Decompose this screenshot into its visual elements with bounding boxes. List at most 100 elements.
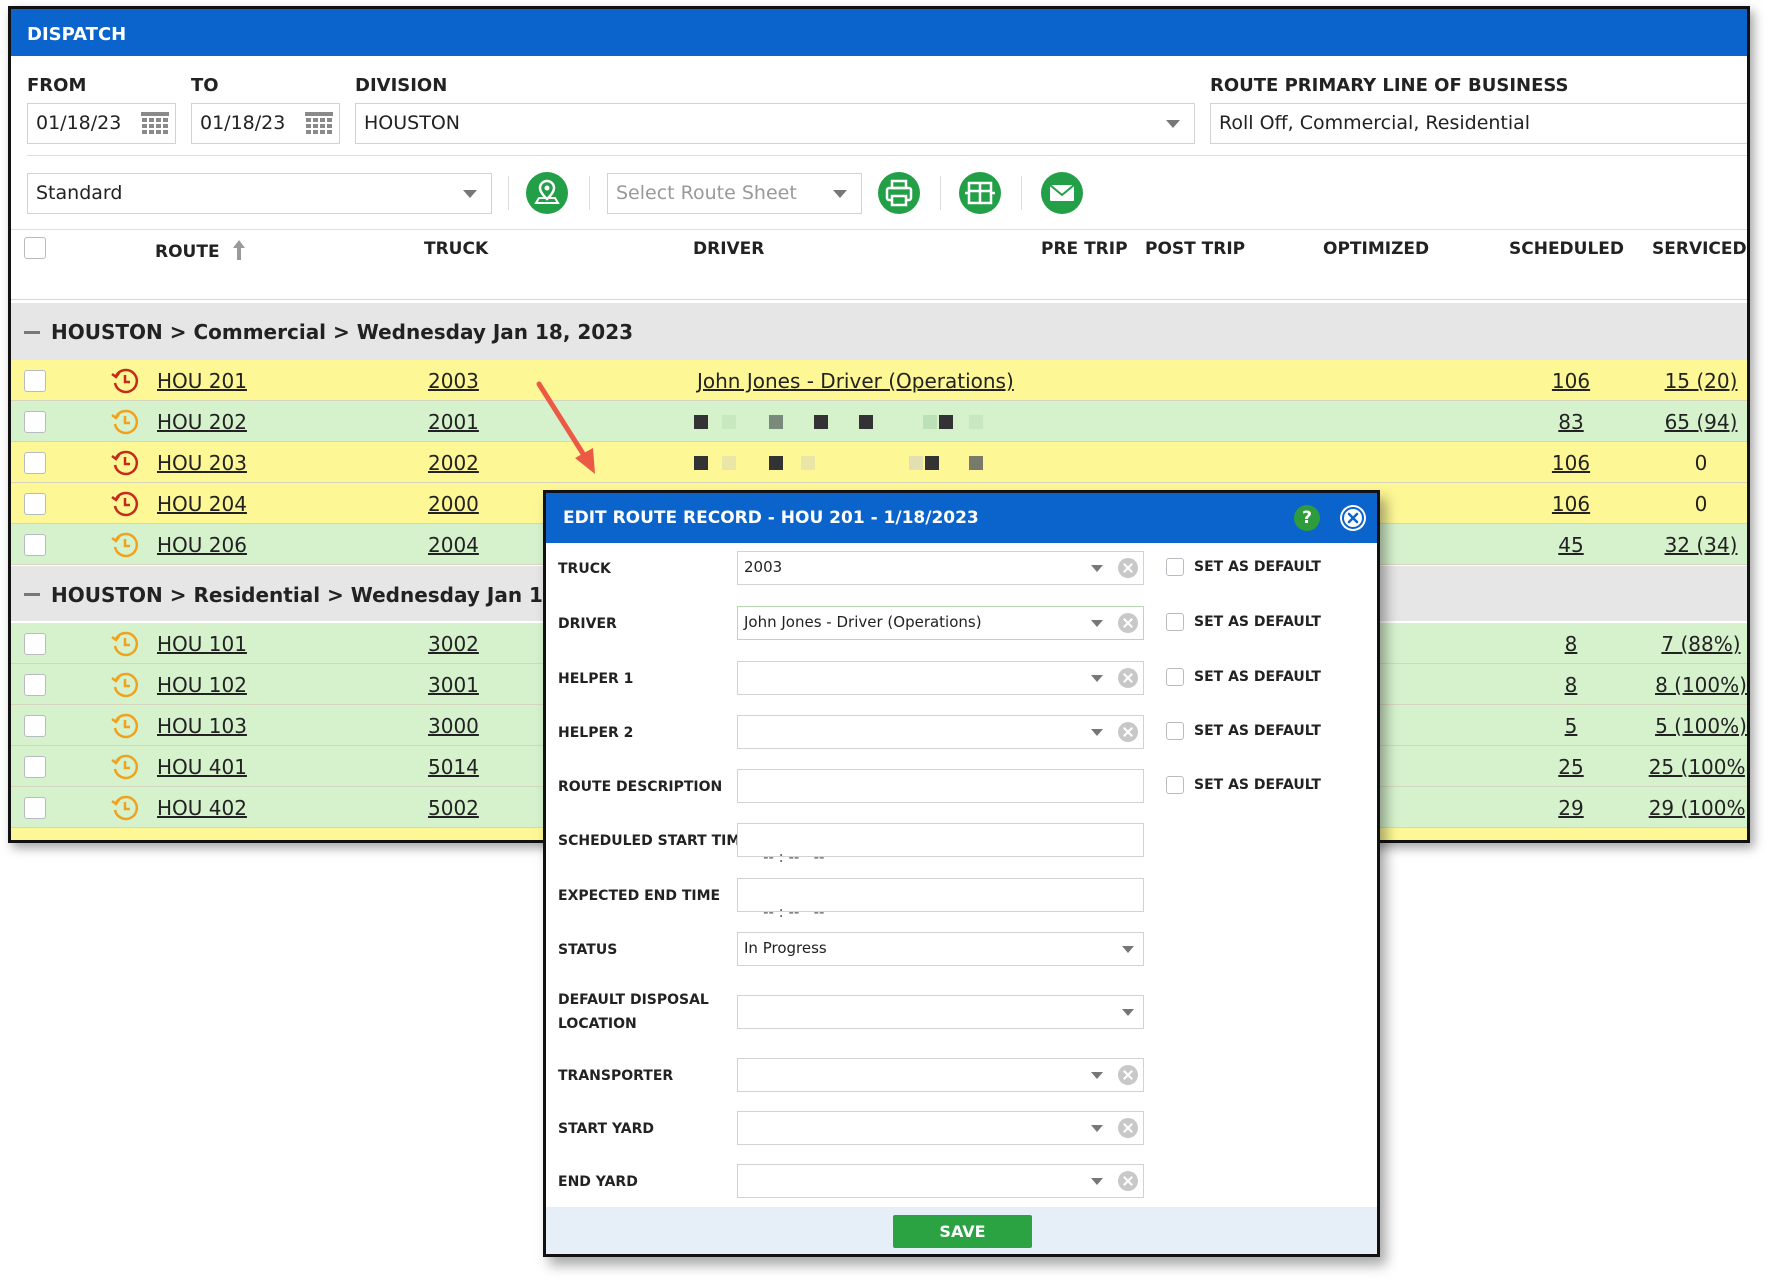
truck-select[interactable]: 2003 [737,551,1144,585]
column-header-route[interactable]: ROUTE [155,239,247,262]
end-yard-select[interactable] [737,1164,1144,1198]
row-checkbox[interactable] [24,493,46,515]
helper1-select[interactable] [737,661,1144,695]
route-sheet-select[interactable]: Select Route Sheet [607,173,862,214]
scheduled-link[interactable]: 83 [1511,410,1631,434]
clear-icon[interactable] [1118,668,1138,688]
end-time-input[interactable]: -- : -- -- [737,878,1144,921]
route-link[interactable]: HOU 202 [157,410,247,434]
division-select[interactable]: HOUSTON [355,103,1195,144]
sort-ascending-icon[interactable] [231,239,247,261]
clear-icon[interactable] [1118,613,1138,633]
calendar-icon[interactable] [305,112,333,136]
row-checkbox[interactable] [24,715,46,737]
column-header-post-trip[interactable]: POST TRIP [1145,239,1245,259]
truck-link[interactable]: 5014 [428,755,479,779]
route-link[interactable]: HOU 401 [157,755,247,779]
route-link[interactable]: HOU 206 [157,533,247,557]
row-checkbox[interactable] [24,370,46,392]
print-icon[interactable] [878,172,920,214]
route-link[interactable]: HOU 201 [157,369,247,393]
truck-link[interactable]: 3002 [428,632,479,656]
map-pin-icon[interactable] [526,172,568,214]
column-header-driver[interactable]: DRIVER [693,239,764,259]
helper2-select[interactable] [737,715,1144,749]
route-link[interactable]: HOU 402 [157,796,247,820]
serviced-link[interactable]: 15 (20) [1641,369,1747,393]
scheduled-link[interactable]: 25 [1511,755,1631,779]
column-header-serviced[interactable]: SERVICED [1652,239,1747,259]
serviced-link[interactable]: 25 (100%) [1641,755,1747,779]
help-icon[interactable]: ? [1294,505,1320,531]
route-link[interactable]: HOU 204 [157,492,247,516]
table-row[interactable]: HOU 201 2003 John Jones - Driver (Operat… [11,360,1747,401]
calendar-icon[interactable] [141,112,169,136]
scheduled-link[interactable]: 106 [1511,369,1631,393]
truck-link[interactable]: 2003 [428,369,479,393]
status-select[interactable]: In Progress [737,932,1144,966]
truck-link[interactable]: 3001 [428,673,479,697]
clear-icon[interactable] [1118,1065,1138,1085]
row-checkbox[interactable] [24,452,46,474]
select-all-checkbox[interactable] [24,237,46,259]
lob-select[interactable]: Roll Off, Commercial, Residential [1210,103,1747,144]
scheduled-link[interactable]: 29 [1511,796,1631,820]
close-icon[interactable] [1340,505,1366,531]
row-checkbox[interactable] [24,674,46,696]
row-checkbox[interactable] [24,633,46,655]
scheduled-link[interactable]: 8 [1511,632,1631,656]
helper1-set-default-checkbox[interactable] [1166,668,1184,686]
start-yard-select[interactable] [737,1111,1144,1145]
to-date-input[interactable]: 01/18/23 [191,103,340,144]
clear-icon[interactable] [1118,558,1138,578]
truck-set-default-checkbox[interactable] [1166,558,1184,576]
serviced-link[interactable]: 8 (100%) [1641,673,1747,697]
clear-icon[interactable] [1118,1171,1138,1191]
scheduled-link[interactable]: 45 [1511,533,1631,557]
serviced-link[interactable]: 65 (94) [1641,410,1747,434]
column-header-truck[interactable]: TRUCK [424,239,488,259]
view-select[interactable]: Standard [27,173,492,214]
truck-link[interactable]: 2004 [428,533,479,557]
clear-icon[interactable] [1118,722,1138,742]
route-link[interactable]: HOU 101 [157,632,247,656]
serviced-link[interactable]: 32 (34) [1641,533,1747,557]
row-checkbox[interactable] [24,797,46,819]
start-time-input[interactable]: -- : -- -- [737,823,1144,866]
column-header-scheduled[interactable]: SCHEDULED [1509,239,1624,259]
truck-link[interactable]: 5002 [428,796,479,820]
layout-icon[interactable] [959,172,1001,214]
serviced-link[interactable]: 5 (100%) [1641,714,1747,738]
group-header-commercial[interactable]: HOUSTON > Commercial > Wednesday Jan 18,… [11,303,1747,360]
clear-icon[interactable] [1118,1118,1138,1138]
driver-set-default-checkbox[interactable] [1166,613,1184,631]
email-icon[interactable] [1041,172,1083,214]
serviced-link[interactable]: 7 (88%) [1641,632,1747,656]
truck-link[interactable]: 2000 [428,492,479,516]
helper2-set-default-checkbox[interactable] [1166,722,1184,740]
collapse-icon[interactable] [24,331,40,334]
truck-link[interactable]: 2002 [428,451,479,475]
truck-link[interactable]: 2001 [428,410,479,434]
save-button[interactable]: SAVE [893,1215,1032,1248]
table-row[interactable]: HOU 203 2002 106 0 [11,442,1747,483]
scheduled-link[interactable]: 106 [1511,451,1631,475]
row-checkbox[interactable] [24,411,46,433]
transporter-select[interactable] [737,1058,1144,1092]
scheduled-link[interactable]: 5 [1511,714,1631,738]
row-checkbox[interactable] [24,534,46,556]
driver-select[interactable]: John Jones - Driver (Operations) [737,606,1144,640]
route-description-set-default-checkbox[interactable] [1166,776,1184,794]
truck-link[interactable]: 3000 [428,714,479,738]
collapse-icon[interactable] [24,593,40,596]
serviced-link[interactable]: 29 (100%) [1641,796,1747,820]
route-link[interactable]: HOU 103 [157,714,247,738]
driver-link[interactable]: John Jones - Driver (Operations) [697,369,1014,393]
route-link[interactable]: HOU 102 [157,673,247,697]
column-header-optimized[interactable]: OPTIMIZED [1323,239,1429,259]
scheduled-link[interactable]: 8 [1511,673,1631,697]
route-link[interactable]: HOU 203 [157,451,247,475]
route-description-input[interactable] [737,769,1144,803]
table-row[interactable]: HOU 202 2001 83 65 (94) [11,401,1747,442]
from-date-input[interactable]: 01/18/23 [27,103,176,144]
